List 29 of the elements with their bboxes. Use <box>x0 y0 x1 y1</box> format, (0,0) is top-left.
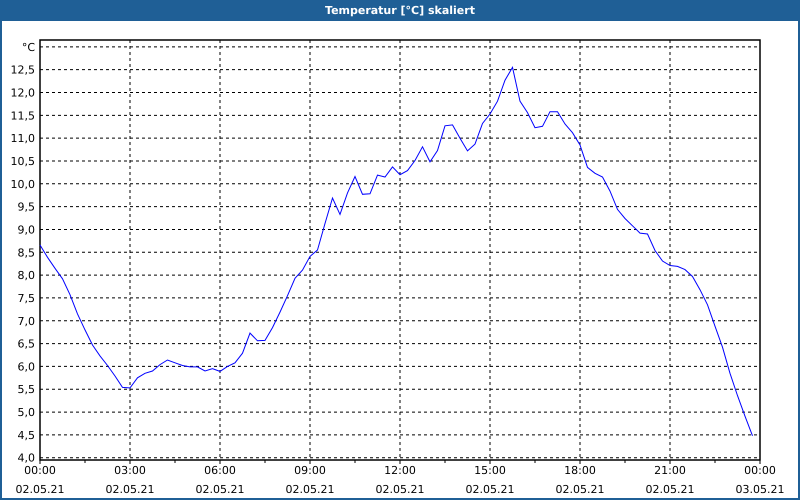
axis-label: 10,0 <box>10 178 35 191</box>
axis-label: 9,0 <box>18 223 35 236</box>
axis-label: 00:00 03.05.21 <box>736 464 784 496</box>
axis-label: 6,0 <box>18 360 35 374</box>
axis-label: 15:00 02.05.21 <box>466 464 514 496</box>
axis-label: 5,5 <box>18 383 35 396</box>
axis-label: 11,0 <box>10 132 35 146</box>
axis-label: 09:00 02.05.21 <box>286 464 334 496</box>
axis-label: 12,0 <box>10 86 35 100</box>
axis-label: 03:00 02.05.21 <box>106 464 154 496</box>
axis-label: 5,0 <box>18 406 35 420</box>
axis-label: 12,5 <box>10 64 35 77</box>
window-title: Temperatur [°C] skaliert <box>325 4 475 17</box>
axis-label: 4,5 <box>18 428 35 442</box>
axis-label: 18:00 02.05.21 <box>556 464 604 496</box>
axis-label: 6,5 <box>18 338 35 351</box>
axis-label: 4,0 <box>18 452 35 465</box>
axis-label: 12:00 02.05.21 <box>376 464 424 496</box>
axis-label: 7,5 <box>18 292 35 305</box>
axis-label: 8,5 <box>18 246 35 260</box>
axis-label: 8,0 <box>18 269 35 282</box>
axis-label: °C <box>22 40 35 54</box>
axis-label: 9,5 <box>18 200 35 214</box>
axis-label: 10,5 <box>10 154 35 168</box>
axis-label: 00:00 02.05.21 <box>16 464 64 496</box>
axis-label: 11,5 <box>10 109 35 122</box>
axis-label: 06:00 02.05.21 <box>196 464 244 496</box>
axis-label: 21:00 02.05.21 <box>646 464 694 496</box>
axis-label: 7,0 <box>18 314 35 328</box>
